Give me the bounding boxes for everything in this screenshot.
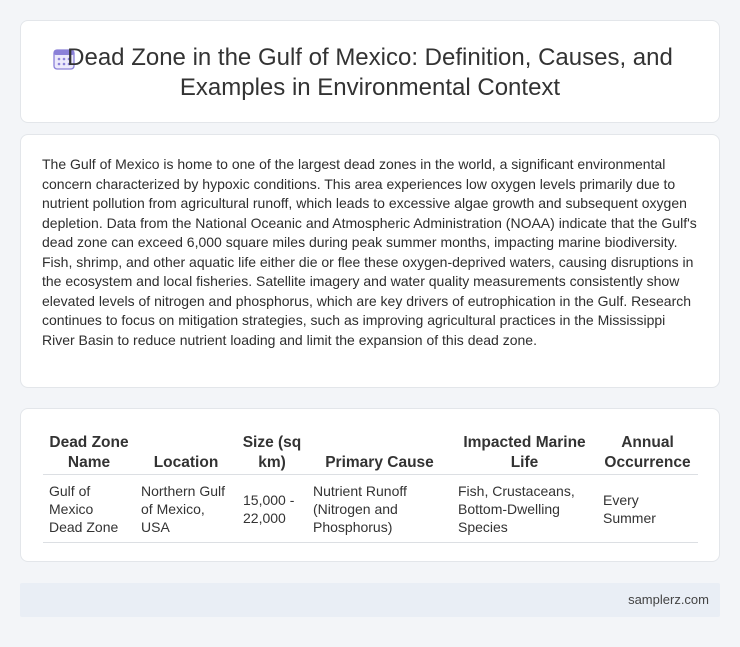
description-paragraph: The Gulf of Mexico is home to one of the… [42, 156, 697, 348]
header-impacted-marine-life: Impacted Marine Life [452, 433, 597, 475]
header-primary-cause: Primary Cause [307, 433, 452, 475]
title-card: Dead Zone in the Gulf of Mexico: Definit… [20, 20, 720, 123]
dead-zone-table: Dead Zone Name Location Size (sq km) Pri… [43, 433, 698, 543]
table-header-row: Dead Zone Name Location Size (sq km) Pri… [43, 433, 698, 475]
footer-site-link[interactable]: samplerz.com [628, 592, 709, 607]
footer: samplerz.com [20, 583, 720, 617]
cell-dead-zone-name: Gulf of Mexico Dead Zone [43, 474, 135, 543]
header-size: Size (sq km) [237, 433, 307, 475]
table-card: Dead Zone Name Location Size (sq km) Pri… [20, 408, 720, 562]
header-location: Location [135, 433, 237, 475]
cell-impacted-marine-life: Fish, Crustaceans, Bottom-Dwelling Speci… [452, 474, 597, 543]
cell-primary-cause: Nutrient Runoff (Nitrogen and Phosphorus… [307, 474, 452, 543]
description-card: The Gulf of Mexico is home to one of the… [20, 134, 720, 388]
cell-annual-occurrence: Every Summer [597, 474, 698, 543]
table-row: Gulf of Mexico Dead Zone Northern Gulf o… [43, 474, 698, 543]
header-annual-occurrence: Annual Occurrence [597, 433, 698, 475]
cell-location: Northern Gulf of Mexico, USA [135, 474, 237, 543]
cell-size: 15,000 - 22,000 [237, 474, 307, 543]
page-title: Dead Zone in the Gulf of Mexico: Definit… [67, 44, 673, 101]
header-dead-zone-name: Dead Zone Name [43, 433, 135, 475]
